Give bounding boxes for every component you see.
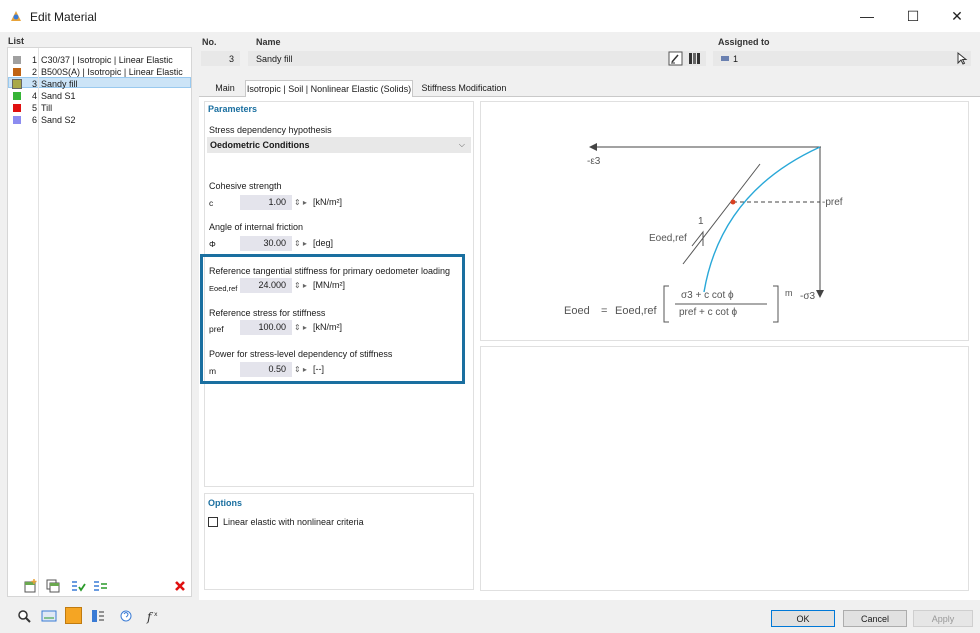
pref-axis-label: -pref — [822, 197, 843, 208]
eoed-unit: [MN/m²] — [313, 280, 345, 290]
check-icon[interactable] — [70, 578, 86, 594]
one-label: 1 — [698, 216, 704, 227]
diagram-panel: -ε3 -pref -σ3 Eoed,ref 1 Eoed = Eoed,ref… — [480, 101, 969, 341]
select-assigned-icon[interactable] — [954, 51, 969, 66]
copy-material-icon[interactable] — [45, 578, 61, 594]
friction-label: Angle of internal friction — [209, 222, 304, 232]
chevron-down-icon: ⌵ — [458, 140, 465, 149]
svg-text:f: f — [146, 610, 154, 624]
no-field[interactable]: 3 — [201, 51, 240, 66]
list-item[interactable]: 4 Sand S1 — [13, 90, 76, 101]
color-swatch — [13, 103, 21, 112]
pref-label: Reference stress for stiffness — [209, 308, 326, 318]
title-bar: Edit Material — ☐ ✕ — [0, 0, 980, 32]
cohesive-label: Cohesive strength — [209, 181, 282, 191]
assigned-field[interactable]: 1 — [713, 51, 971, 66]
sort-icon[interactable] — [92, 578, 108, 594]
sigma-label: -σ3 — [800, 291, 816, 302]
display-icon[interactable] — [90, 608, 106, 624]
formula-icon[interactable]: fx — [145, 608, 161, 624]
apply-button[interactable]: Apply — [913, 610, 973, 627]
hypothesis-label: Stress dependency hypothesis — [209, 125, 332, 135]
list-header: List — [8, 36, 25, 46]
list-item[interactable]: 2 B500S(A) | Isotropic | Linear Elastic — [13, 66, 183, 77]
linear-elastic-checkbox[interactable] — [208, 517, 218, 527]
assigned-label: Assigned to — [718, 37, 770, 47]
library-icon[interactable] — [687, 51, 702, 66]
phi-input[interactable]: 30.00 — [240, 236, 292, 251]
eoed-label: Reference tangential stiffness for prima… — [209, 266, 450, 276]
m-unit: [--] — [313, 364, 324, 374]
c-input[interactable]: 1.00 — [240, 195, 292, 210]
pref-unit: [kN/m²] — [313, 322, 342, 332]
hypothesis-select[interactable]: Oedometric Conditions ⌵ — [207, 137, 471, 153]
tab-main[interactable]: Main — [205, 80, 245, 96]
spinner-icon[interactable]: ⇕ ▸ — [294, 278, 307, 293]
minimize-button[interactable]: — — [844, 0, 890, 32]
linear-elastic-label: Linear elastic with nonlinear criteria — [223, 517, 364, 527]
tab-isotropic-soil[interactable]: Isotropic | Soil | Nonlinear Elastic (So… — [245, 80, 413, 97]
list-item[interactable]: 6 Sand S2 — [13, 114, 76, 125]
eps-label: -ε3 — [587, 156, 601, 167]
color-swatch — [12, 78, 22, 89]
list-item[interactable]: 3 Sandy fill — [12, 78, 78, 89]
color-swatch — [13, 67, 21, 76]
preview-panel — [480, 346, 969, 591]
m-symbol: m — [209, 366, 217, 376]
units-icon[interactable] — [41, 608, 57, 624]
eoed-input[interactable]: 24.000 — [240, 278, 292, 293]
window-title: Edit Material — [30, 10, 97, 24]
eoed-symbol: Eoed,ref — [209, 284, 238, 293]
formula-ref: Eoed,ref — [615, 305, 657, 317]
color-swatch — [13, 55, 21, 64]
new-material-icon[interactable] — [23, 578, 39, 594]
app-icon — [11, 11, 21, 21]
edit-name-icon[interactable] — [668, 51, 683, 66]
ok-button[interactable]: OK — [771, 610, 835, 627]
formula-lhs: Eoed — [564, 305, 590, 317]
search-icon[interactable] — [16, 608, 32, 624]
svg-text:x: x — [154, 611, 158, 618]
list-item[interactable]: 5 Till — [13, 102, 52, 113]
formula-den: pref + c cot ϕ — [679, 307, 738, 318]
pref-symbol: pref — [209, 324, 224, 334]
no-label: No. — [202, 37, 217, 47]
parameters-title: Parameters — [208, 104, 258, 114]
c-unit: [kN/m²] — [313, 197, 342, 207]
color-swatch — [13, 91, 21, 100]
spinner-icon[interactable]: ⇕ ▸ — [294, 320, 307, 335]
spinner-icon[interactable]: ⇕ ▸ — [294, 362, 307, 377]
maximize-button[interactable]: ☐ — [890, 0, 936, 32]
phi-symbol: Φ — [209, 239, 216, 249]
m-input[interactable]: 0.50 — [240, 362, 292, 377]
c-symbol: c — [209, 198, 214, 208]
edit-material-window: Edit Material — ☐ ✕ List 1 C30/37 | Isotr… — [0, 0, 980, 633]
name-field[interactable]: Sandy fill — [248, 51, 706, 66]
material-list: 1 C30/37 | Isotropic | Linear Elastic 2 B5… — [7, 47, 192, 597]
delete-icon[interactable] — [172, 578, 188, 594]
options-title: Options — [208, 498, 242, 508]
tab-stiffness-modification[interactable]: Stiffness Modification — [416, 80, 512, 96]
pref-input[interactable]: 100.00 — [240, 320, 292, 335]
phi-unit: [deg] — [313, 238, 334, 248]
solid-icon — [721, 56, 729, 61]
list-item[interactable]: 1 C30/37 | Isotropic | Linear Elastic — [13, 54, 173, 65]
cancel-button[interactable]: Cancel — [843, 610, 907, 627]
formula-num: σ3 + c cot ϕ — [681, 290, 734, 301]
options-panel — [204, 493, 474, 590]
spinner-icon[interactable]: ⇕ ▸ — [294, 195, 307, 210]
formula-exp: m — [785, 288, 793, 298]
help-icon[interactable] — [118, 608, 134, 624]
color-swatch — [13, 115, 21, 124]
m-label: Power for stress-level dependency of sti… — [209, 349, 393, 359]
formula-eq: = — [601, 305, 608, 317]
spinner-icon[interactable]: ⇕ ▸ — [294, 236, 307, 251]
eoed-ref-label: Eoed,ref — [649, 233, 687, 244]
close-button[interactable]: ✕ — [934, 0, 980, 32]
name-label: Name — [256, 37, 281, 47]
color-icon[interactable] — [65, 607, 82, 624]
